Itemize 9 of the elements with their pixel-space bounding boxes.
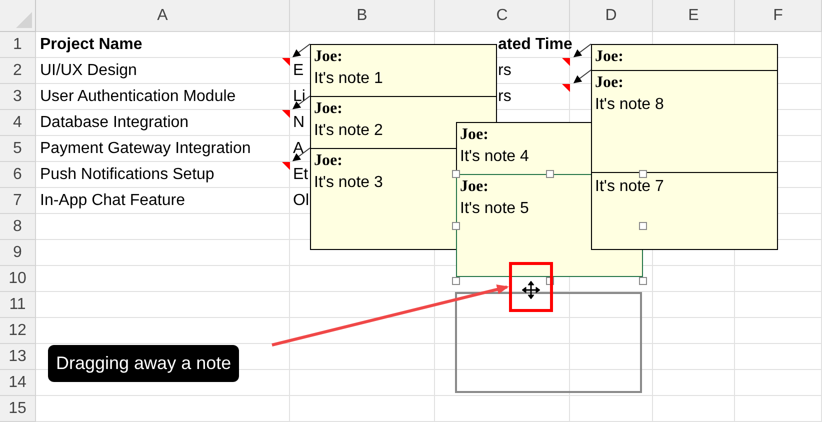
note-text: It's note 8	[595, 95, 664, 115]
note-author: Joe:	[314, 47, 342, 67]
note-author: Joe:	[460, 125, 488, 145]
note-author: Joe:	[595, 47, 624, 67]
note-text: It's note 3	[314, 173, 383, 193]
note-author: Joe:	[595, 73, 624, 93]
note-text: It's note 2	[314, 121, 383, 141]
callout-tooltip: Dragging away a note	[48, 345, 240, 382]
note-text: It's note 1	[314, 69, 383, 89]
